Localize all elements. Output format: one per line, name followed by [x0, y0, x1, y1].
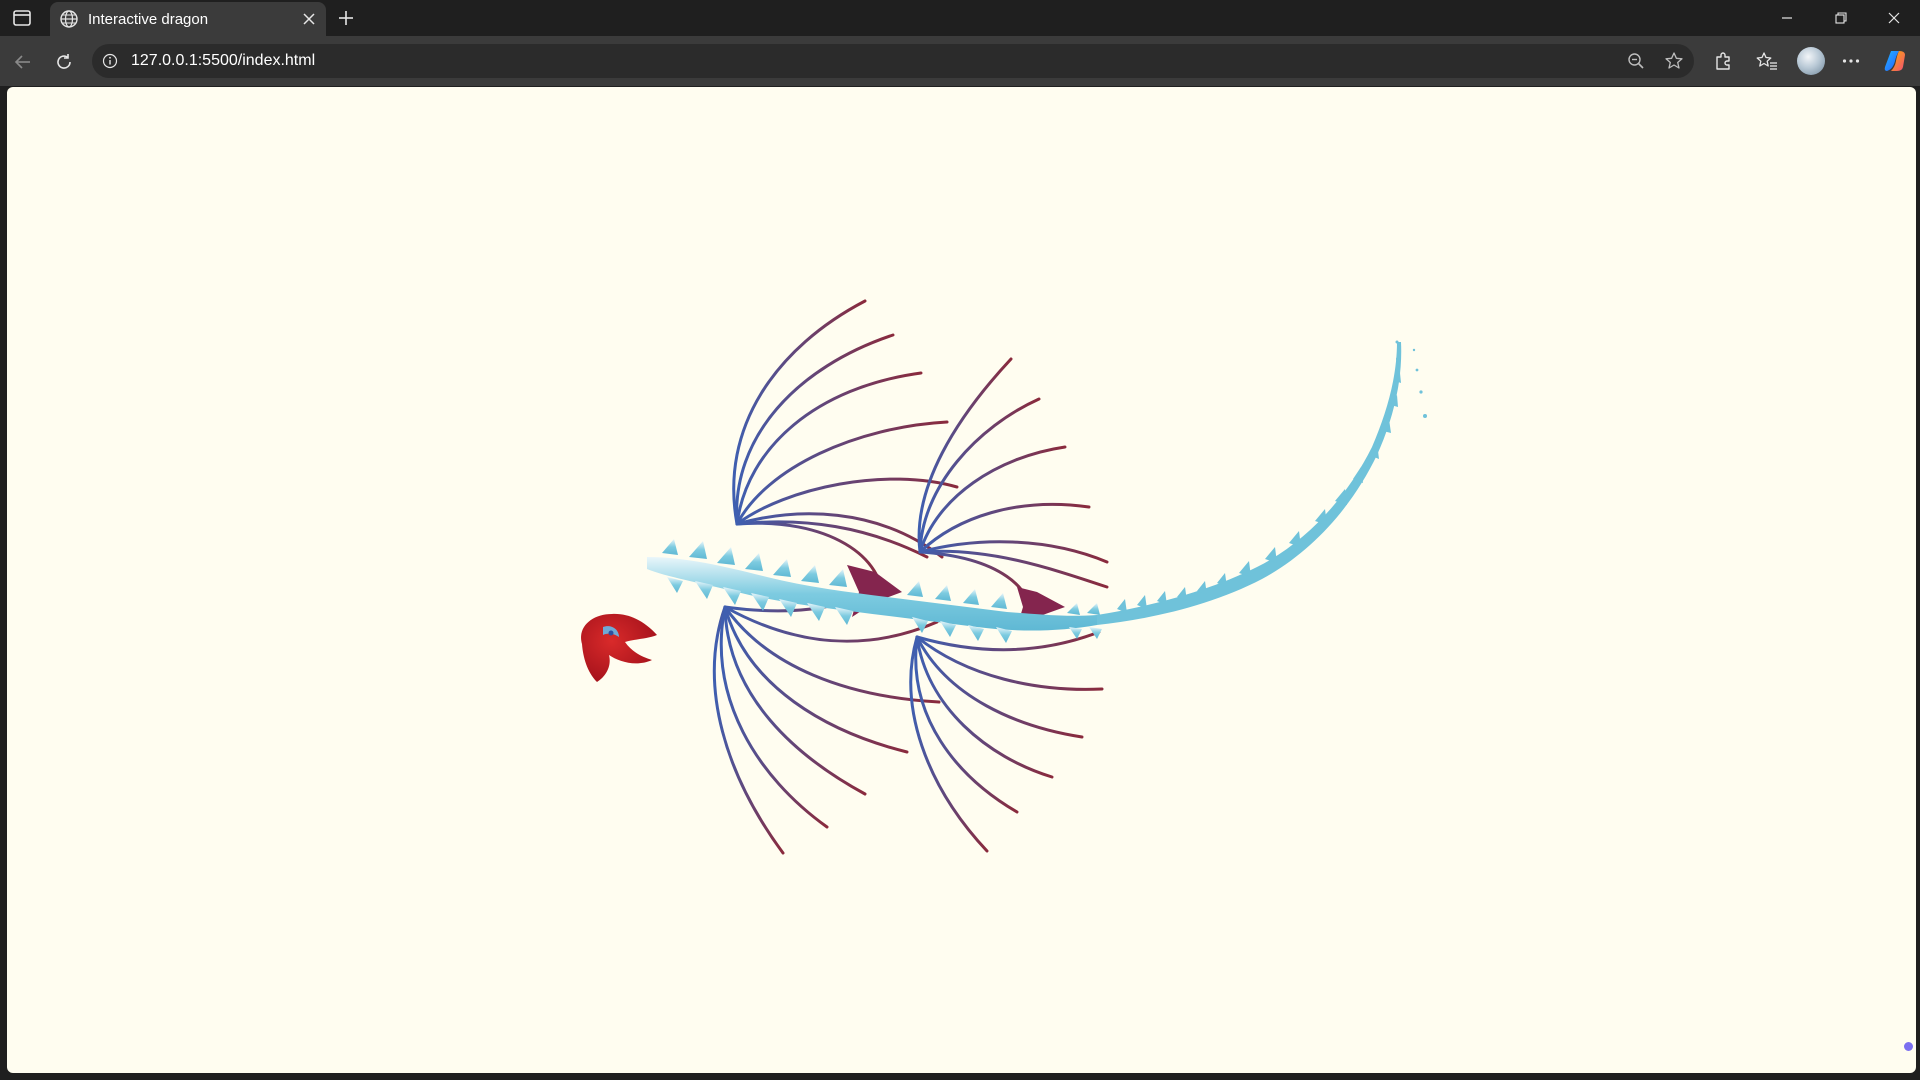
star-add-icon[interactable] [1663, 50, 1685, 72]
corner-badge-icon[interactable] [1904, 1042, 1913, 1051]
copilot-icon[interactable] [1882, 48, 1908, 74]
wing-rear-lower [909, 630, 1104, 853]
refresh-icon[interactable] [51, 49, 77, 75]
browser-window: Interactive dragon 127.0.0.1:5500/index.… [0, 0, 1920, 1080]
extensions-icon[interactable] [1710, 48, 1736, 74]
avatar[interactable] [1797, 47, 1825, 75]
new-tab-icon[interactable] [334, 6, 358, 30]
browser-toolbar: 127.0.0.1:5500/index.html [0, 36, 1920, 86]
minimize-icon[interactable] [1772, 6, 1802, 30]
address-bar[interactable]: 127.0.0.1:5500/index.html [92, 44, 1694, 78]
zoom-out-icon[interactable] [1625, 50, 1647, 72]
page-viewport[interactable] [7, 87, 1916, 1073]
window-bottom-border [0, 1073, 1920, 1080]
tab-title: Interactive dragon [88, 11, 209, 28]
wing-front-upper [732, 299, 959, 606]
tab-close-icon[interactable] [300, 10, 318, 28]
back-arrow-icon[interactable] [10, 49, 36, 75]
restore-icon[interactable] [1826, 6, 1856, 30]
url-text[interactable]: 127.0.0.1:5500/index.html [131, 52, 315, 70]
dragon-canvas[interactable] [7, 87, 1916, 1073]
favorites-icon[interactable] [1754, 48, 1780, 74]
info-icon[interactable] [100, 51, 120, 71]
tab-active[interactable]: Interactive dragon [50, 2, 326, 36]
sidebar-toggle-icon[interactable] [10, 7, 34, 29]
wing-front-lower [712, 580, 941, 855]
dragon-head [581, 613, 657, 682]
globe-icon [59, 9, 79, 29]
dragon-tail [1097, 340, 1427, 625]
tab-strip: Interactive dragon [0, 0, 1920, 36]
more-icon[interactable] [1838, 48, 1864, 74]
close-icon[interactable] [1879, 6, 1909, 30]
